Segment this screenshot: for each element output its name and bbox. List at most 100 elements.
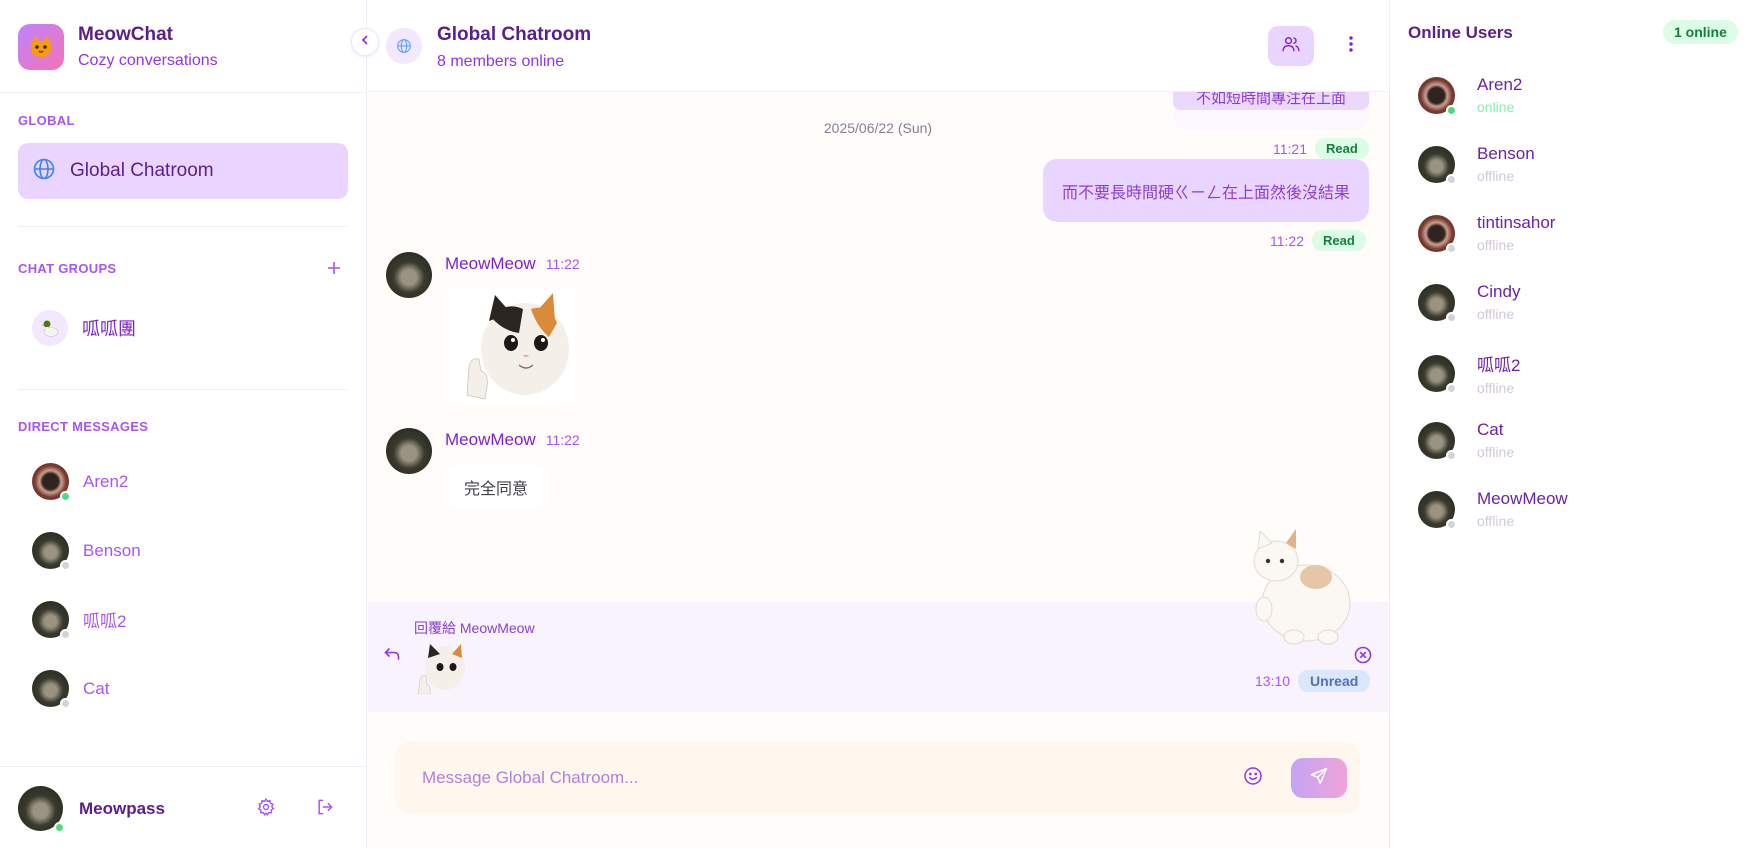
globe-icon <box>32 157 56 186</box>
message-bubble-mine[interactable]: 而不要長時間硬ㄍㄧㄥ在上面然後沒結果 <box>1043 159 1369 222</box>
online-users-panel: Online Users 1 online Aren2 online Benson… <box>1389 0 1755 848</box>
sidebar-item-dm[interactable]: Cat <box>32 670 110 709</box>
user-name: tintinsahor <box>1477 213 1556 232</box>
user-status: offline <box>1477 237 1515 253</box>
online-users-title: Online Users <box>1408 23 1513 42</box>
more-options-button[interactable] <box>1339 34 1363 58</box>
offline-status-dot <box>1446 173 1457 185</box>
offline-status-dot <box>1446 449 1457 461</box>
send-button[interactable] <box>1291 758 1347 798</box>
offline-status-dot <box>1446 311 1457 323</box>
duck-icon <box>32 310 68 346</box>
reply-icon <box>382 644 402 664</box>
message-row <box>386 428 432 474</box>
users-icon <box>1281 34 1301 59</box>
message-input[interactable] <box>395 742 1195 814</box>
offline-status-dot <box>1446 242 1457 254</box>
sidebar-item-dm[interactable]: Benson <box>32 532 141 571</box>
unread-badge: Unread <box>1298 670 1371 692</box>
logout-button[interactable] <box>312 796 338 822</box>
offline-status-dot <box>60 698 71 709</box>
chat-area: Global Chatroom 8 members online 不如短時間專注… <box>368 0 1388 848</box>
smiley-icon <box>1243 766 1263 791</box>
sidebar-item-dm[interactable]: 呱呱2 <box>32 601 127 640</box>
cat-logo-icon <box>18 24 64 70</box>
user-status: offline <box>1477 444 1515 460</box>
avatar[interactable] <box>386 252 432 298</box>
cat-sticker-image <box>466 293 569 400</box>
brand: MeowChat Cozy conversations <box>18 22 218 72</box>
sidebar-item-label: 呱呱團 <box>82 319 136 339</box>
message-time: 11:22 <box>545 256 580 272</box>
user-name: MeowMeow <box>1477 489 1568 508</box>
global-section-title: GLOBAL <box>18 113 75 128</box>
app-tagline: Cozy conversations <box>78 52 218 69</box>
message-time: 13:10 <box>1255 673 1291 689</box>
chat-header: Global Chatroom 8 members online <box>368 0 1388 92</box>
chat-subtitle: 8 members online <box>437 53 565 70</box>
offline-status-dot <box>1446 383 1457 394</box>
avatar <box>32 463 71 502</box>
user-list-item[interactable]: Cindy offline <box>1418 282 1521 323</box>
sticker-message[interactable] <box>445 287 577 405</box>
avatar <box>18 786 65 833</box>
user-list-item[interactable]: MeowMeow offline <box>1418 489 1568 530</box>
logout-icon <box>315 797 335 822</box>
user-name: Cat <box>1477 420 1504 439</box>
avatar[interactable] <box>386 428 432 474</box>
message-status-row: 11:21 Read <box>1273 138 1369 159</box>
emoji-button[interactable] <box>1241 766 1265 790</box>
app-name: MeowChat <box>78 24 173 45</box>
message-meta: MeowMeow 11:22 <box>445 430 580 450</box>
globe-icon <box>386 28 422 64</box>
user-list-item[interactable]: Aren2 online <box>1418 75 1523 116</box>
user-name: 呱呱2 <box>1477 356 1521 375</box>
sidebar-item-label: Cat <box>83 678 110 698</box>
user-list-item[interactable]: Benson offline <box>1418 144 1535 185</box>
message-bubble-other[interactable]: 完全同意 <box>445 465 547 509</box>
sidebar-item-label: Aren2 <box>83 471 129 491</box>
user-name: Aren2 <box>1477 75 1523 94</box>
settings-button[interactable] <box>253 796 279 822</box>
sidebar-item-global-chatroom[interactable]: Global Chatroom <box>18 143 348 199</box>
user-name: Cindy <box>1477 282 1521 301</box>
message-time: 11:22 <box>545 432 580 448</box>
current-user: Meowpass <box>18 786 165 833</box>
online-status-dot <box>60 491 71 502</box>
reply-label: 回覆給 MeowMeow <box>414 620 535 636</box>
members-button[interactable] <box>1268 26 1314 66</box>
offline-status-dot <box>1446 518 1457 530</box>
user-list-item[interactable]: tintinsahor offline <box>1418 213 1556 254</box>
message-composer <box>395 742 1360 814</box>
send-icon <box>1309 766 1329 791</box>
divider <box>0 766 367 767</box>
gear-icon <box>256 797 276 822</box>
message-sender: MeowMeow <box>445 430 536 449</box>
avatar <box>1418 145 1457 185</box>
message-status-row: 11:22 Read <box>1270 230 1366 251</box>
date-separator: 2025/06/22 (Sun) <box>823 120 933 136</box>
sidebar-item-group[interactable]: 呱呱團 <box>32 310 136 346</box>
reply-message: 回覆給 MeowMeow 13:10 Unread <box>368 602 1388 712</box>
user-status: offline <box>1477 168 1515 184</box>
sidebar-item-label: 呱呱2 <box>83 612 127 631</box>
user-status: offline <box>1477 306 1515 322</box>
sticker-message[interactable] <box>1236 525 1364 647</box>
reply-sticker-thumbnail <box>414 640 468 695</box>
chevron-left-icon <box>359 33 371 51</box>
user-list-item[interactable]: Cat offline <box>1418 420 1515 461</box>
user-status: online <box>1477 99 1515 115</box>
add-group-button[interactable] <box>324 258 344 278</box>
sidebar-item-dm[interactable]: Aren2 <box>32 463 129 502</box>
offline-status-dot <box>60 560 71 571</box>
user-status: offline <box>1477 380 1515 396</box>
avatar <box>32 532 71 571</box>
cancel-reply-button[interactable] <box>1353 646 1373 667</box>
message-row <box>386 252 432 298</box>
chat-groups-section-title: CHAT GROUPS <box>18 261 117 276</box>
chat-title: Global Chatroom <box>437 24 592 45</box>
direct-messages-section-title: DIRECT MESSAGES <box>18 419 149 434</box>
avatar <box>32 601 71 640</box>
user-list-item[interactable]: 呱呱2 offline <box>1418 351 1520 396</box>
collapse-sidebar-button[interactable] <box>351 28 379 56</box>
